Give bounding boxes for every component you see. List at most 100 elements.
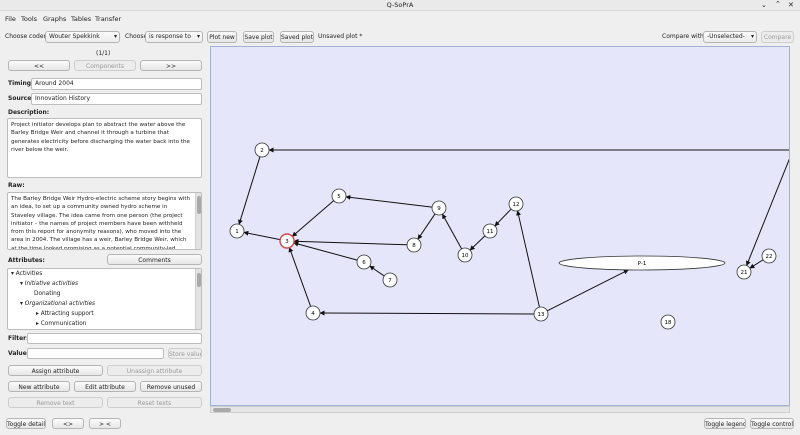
menu-graphs[interactable]: Graphs [43, 15, 66, 23]
filter-label: Filter: [8, 335, 29, 342]
node-label: 3 [285, 239, 289, 245]
coder-select[interactable]: Wouter Spekkink ▾ [45, 31, 120, 43]
maximize-icon[interactable]: ⌃ [775, 0, 781, 8]
raw-scrollbar[interactable] [195, 193, 201, 249]
tree-item[interactable]: ▾ Organizational activities [20, 301, 95, 307]
tree-item[interactable]: ▸ Communication [36, 321, 86, 327]
graph-node[interactable]: 13 [533, 306, 549, 322]
graph-node[interactable]: 21 [736, 264, 752, 280]
graph-node[interactable]: 3 [279, 233, 295, 249]
store-value-button[interactable]: Store value [168, 348, 202, 359]
graph-node[interactable]: 1 [229, 223, 245, 239]
source-field[interactable]: Innovation History [31, 93, 202, 105]
raw-text[interactable]: The Barley Bridge Weir Hydro-electric sc… [7, 192, 202, 250]
graph-edge[interactable] [745, 150, 790, 266]
graph-node[interactable]: 22 [761, 248, 777, 264]
timing-field[interactable]: Around 2004 [31, 78, 202, 90]
graph-edge[interactable] [417, 213, 436, 240]
close-icon[interactable]: ✕ [788, 1, 794, 9]
node-label: 12 [513, 202, 520, 208]
toggle-legend-button[interactable]: Toggle legend [704, 418, 746, 429]
node-label: 22 [766, 254, 773, 260]
compare-select[interactable]: -Unselected- ▾ [703, 31, 757, 43]
filter-input[interactable] [27, 333, 202, 344]
menu-tools[interactable]: Tools [21, 15, 37, 23]
tree-item[interactable]: ▾ Activities [11, 271, 42, 277]
graph-edge[interactable] [293, 241, 358, 261]
graph-edge[interactable] [369, 265, 385, 277]
scroll-thumb[interactable] [197, 273, 201, 287]
graph-node[interactable]: 9 [431, 200, 447, 216]
unassign-attribute-button[interactable]: Unassign attribute [107, 365, 202, 376]
chevron-down-icon: ▾ [11, 271, 14, 277]
save-plot-button[interactable]: Save plot [243, 31, 274, 43]
previous-toggle-button[interactable]: <> [52, 418, 84, 429]
graph-edge[interactable] [319, 310, 535, 316]
plot-status: Unsaved plot * [318, 33, 363, 40]
description-text[interactable]: Project initiator develops plan to abstr… [7, 118, 202, 178]
graph-node[interactable]: 8 [406, 237, 422, 253]
graph-edge[interactable] [345, 194, 433, 208]
assign-attribute-button[interactable]: Assign attribute [8, 365, 103, 376]
menu-tables[interactable]: Tables [71, 15, 91, 23]
saved-plots-button[interactable]: Saved plots [280, 31, 314, 43]
toggle-controls-button[interactable]: Toggle controls [750, 418, 794, 429]
graph-edge[interactable] [516, 210, 540, 308]
title-bar: Q-SoPrA ⌄ ⌃ ✕ [0, 0, 800, 11]
graph-node[interactable]: 18 [660, 314, 676, 330]
previous-event-button[interactable]: << [8, 60, 70, 71]
graph-edge[interactable] [238, 156, 261, 225]
source-label: Source: [8, 95, 34, 102]
tree-item[interactable]: ▾ Initiative activities [20, 281, 78, 287]
attribute-tree[interactable]: ▾ Activities ▾ Initiative activities Don… [7, 268, 202, 330]
graph-canvas[interactable]: 1 2 3 4 5 6 7 8 9 10 11 12 13 18 21 22 P-1 [210, 46, 790, 406]
graph-node[interactable]: 5 [331, 188, 347, 204]
tree-item[interactable]: Donating [34, 291, 60, 297]
graph-edge[interactable] [749, 259, 764, 269]
tree-item[interactable]: ▸ Attracting support [36, 311, 94, 317]
graph-edge[interactable] [494, 208, 512, 227]
minimize-icon[interactable]: ⌄ [761, 1, 767, 9]
graph-edge[interactable] [293, 238, 408, 246]
scroll-thumb[interactable] [197, 196, 201, 214]
menu-transfer[interactable]: Transfer [95, 15, 121, 23]
graph-edge[interactable] [469, 235, 486, 251]
menu-file[interactable]: File [5, 15, 16, 23]
graph-edge[interactable] [547, 269, 629, 312]
node-label: 4 [311, 311, 315, 317]
node-label: 9 [437, 206, 441, 212]
next-event-button[interactable]: >> [140, 60, 202, 71]
canvas-horizontal-scrollbar[interactable] [210, 406, 790, 413]
event-graph[interactable]: 12345678910111213182122P-1 [211, 47, 790, 406]
tree-scrollbar[interactable] [195, 269, 201, 329]
graph-node[interactable]: 4 [305, 305, 321, 321]
graph-edge[interactable] [441, 213, 463, 250]
graph-edge[interactable] [243, 230, 281, 241]
graph-node[interactable]: 10 [457, 247, 473, 263]
value-label: Value: [8, 350, 30, 357]
next-toggle-button[interactable]: > < [89, 418, 121, 429]
graph-node[interactable]: 6 [356, 254, 372, 270]
remove-text-button[interactable]: Remove text [8, 397, 103, 408]
comments-button[interactable]: Comments [107, 254, 202, 265]
compare-button[interactable]: Compare [761, 31, 794, 43]
new-attribute-button[interactable]: New attribute [8, 381, 70, 392]
graph-node[interactable]: 2 [254, 142, 270, 158]
node-label: P-1 [638, 261, 647, 267]
coder-label: Choose coder: [5, 33, 48, 40]
remove-unused-button[interactable]: Remove unused [140, 381, 202, 392]
scroll-thumb[interactable] [213, 408, 231, 412]
plot-new-button[interactable]: Plot new [207, 31, 237, 43]
linkage-select[interactable]: is response to ▾ [145, 31, 203, 43]
graph-node[interactable]: 12 [508, 196, 524, 212]
reset-texts-button[interactable]: Reset texts [107, 397, 202, 408]
value-input[interactable] [27, 348, 164, 359]
graph-edge[interactable] [291, 200, 335, 237]
graph-node[interactable]: 11 [482, 223, 498, 239]
graph-node[interactable]: 7 [382, 272, 398, 288]
edit-attribute-button[interactable]: Edit attribute [74, 381, 136, 392]
graph-edge[interactable] [288, 247, 312, 307]
components-button[interactable]: Components [74, 60, 136, 71]
toggle-details-button[interactable]: Toggle details [6, 418, 46, 429]
graph-node-p1[interactable]: P-1 [558, 255, 726, 271]
